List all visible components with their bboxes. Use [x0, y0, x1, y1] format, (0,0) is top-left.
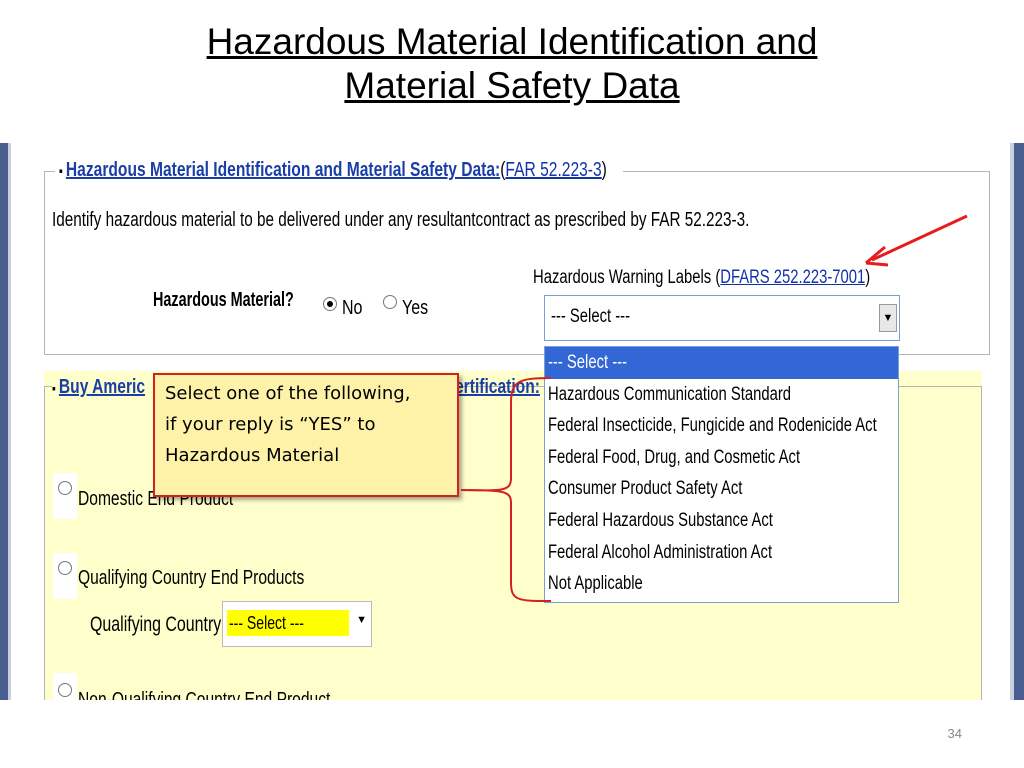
dropdown-option-text: Federal Insecticide, Fungicide and Roden… [548, 415, 877, 437]
window-frame-right [1014, 143, 1024, 700]
form-screenshot: ▪ Hazardous Material Identification and … [0, 143, 1024, 700]
hazmat-instruction: Identify hazardous material to be delive… [52, 209, 964, 232]
window-frame-right-inner [1010, 143, 1014, 700]
hazmat-instruction-text: Identify hazardous material to be delive… [52, 209, 750, 231]
buy-american-legend-title[interactable]: Buy Americ [59, 376, 145, 398]
slide-title-line1: Hazardous Material Identification and [206, 21, 818, 62]
dropdown-option[interactable]: Hazardous Communication Standard [545, 379, 898, 411]
chevron-down-icon[interactable]: ▼ [356, 614, 367, 626]
hazmat-no-radio[interactable] [323, 297, 337, 311]
dropdown-option[interactable]: --- Select --- [545, 347, 898, 379]
non-qualifying-text: Non-Qualifying Country End Product [78, 689, 331, 700]
qualifying-country-value-text: --- Select --- [229, 613, 304, 633]
warning-labels-close-paren: ) [865, 267, 871, 288]
warning-labels-select-value: --- Select --- [551, 306, 631, 327]
dropdown-option-text: Federal Hazardous Substance Act [548, 509, 773, 531]
qualifying-text: Qualifying Country End Products [78, 567, 305, 589]
callout-line3: Hazardous Material [165, 445, 340, 466]
hazmat-yes-text: Yes [402, 297, 429, 319]
hazmat-yes-radio[interactable] [383, 295, 397, 309]
dropdown-option[interactable]: Not Applicable [545, 568, 898, 600]
dropdown-option[interactable]: Federal Food, Drug, and Cosmetic Act [545, 442, 898, 474]
hazmat-question-label: Hazardous Material? [153, 289, 349, 312]
warning-labels-caption-text: Hazardous Warning Labels ( [533, 267, 721, 288]
window-frame-left-inner [8, 143, 11, 700]
slide-title-line2: Material Safety Data [344, 65, 680, 106]
legend-paren-close: ) [601, 159, 607, 181]
hazmat-legend-title[interactable]: Hazardous Material Identification and Ma… [66, 159, 500, 181]
qualifying-country-select[interactable]: --- Select --- ▼ [222, 601, 372, 647]
callout-line2: if your reply is “YES” to [165, 414, 376, 435]
qualifying-label: Qualifying Country End Products [78, 567, 368, 590]
non-qualifying-label: Non-Qualifying Country End Product [78, 689, 402, 700]
warning-labels-dropdown-list[interactable]: --- Select --- Hazardous Communication S… [544, 346, 899, 603]
callout-line1: Select one of the following, [165, 383, 411, 404]
non-qualifying-radio[interactable] [58, 683, 72, 697]
qualifying-radio[interactable] [58, 561, 72, 575]
dropdown-option[interactable]: Consumer Product Safety Act [545, 473, 898, 505]
dropdown-option-text: Federal Alcohol Administration Act [548, 541, 773, 563]
hazmat-yes-label: Yes [402, 297, 435, 320]
domestic-radio-cell [53, 473, 77, 519]
qualifying-country-text: Qualifying Country: [90, 613, 226, 636]
page-number: 34 [947, 726, 962, 741]
qualifying-radio-cell [53, 553, 77, 599]
dropdown-option[interactable]: Federal Alcohol Administration Act [545, 537, 898, 569]
dropdown-option-text: Consumer Product Safety Act [548, 478, 743, 500]
domestic-radio[interactable] [58, 481, 72, 495]
dropdown-option-text: Not Applicable [548, 573, 643, 595]
dropdown-option[interactable]: Federal Hazardous Substance Act [545, 505, 898, 537]
hazmat-question-text: Hazardous Material? [153, 289, 294, 311]
qualifying-country-select-value: --- Select --- [227, 610, 349, 636]
hazmat-no-label: No [342, 297, 368, 320]
dfars-252-223-7001-link[interactable]: DFARS 252.223-7001 [720, 267, 865, 288]
callout-box: Select one of the following, if your rep… [153, 373, 459, 497]
slide-title: Hazardous Material Identification and Ma… [0, 20, 1024, 108]
warning-labels-select[interactable]: --- Select --- ▼ [544, 295, 900, 341]
dropdown-option-text: --- Select --- [548, 352, 628, 373]
dropdown-option-text: Hazardous Communication Standard [548, 383, 792, 405]
dropdown-option[interactable]: Federal Insecticide, Fungicide and Roden… [545, 410, 898, 442]
warning-labels-caption: Hazardous Warning Labels (DFARS 252.223-… [533, 267, 965, 289]
window-frame-left [0, 143, 8, 700]
hazmat-legend: ▪ Hazardous Material Identification and … [55, 159, 623, 182]
curly-brace-icon [460, 377, 552, 602]
chevron-down-icon[interactable]: ▼ [879, 304, 897, 332]
red-arrow-icon [865, 214, 968, 267]
dropdown-option-text: Federal Food, Drug, and Cosmetic Act [548, 446, 801, 468]
hazmat-no-text: No [342, 297, 363, 319]
far-52-223-3-link[interactable]: FAR 52.223-3 [505, 159, 601, 181]
